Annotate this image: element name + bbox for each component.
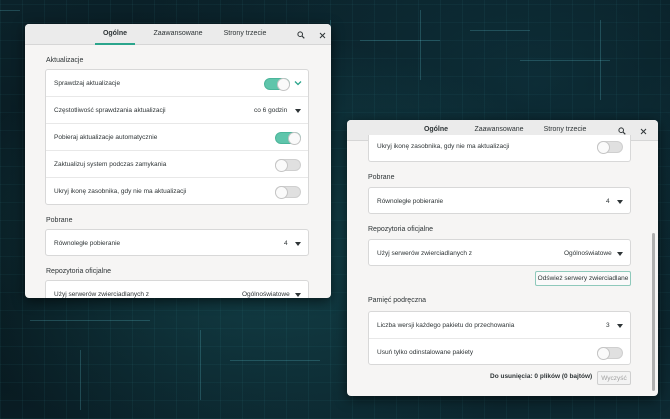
tab-general[interactable]: Ogólne [95,24,135,45]
section-title-cache: Pamięć podręczna [368,297,426,304]
caret-down-icon[interactable] [617,200,623,204]
background-circuit-line [0,10,20,11]
background-circuit-line [80,350,81,410]
section-title-updates: Aktualizacje [46,57,84,64]
tab-advanced[interactable]: Zaawansowane [151,24,205,45]
background-circuit-line [520,60,610,61]
row-parallel-downloads[interactable]: Równoległe pobieranie 4 [369,188,630,213]
settings-window-front: Ogólne Zaawansowane Strony trzecie Ukryj… [347,120,658,396]
row-label: Użyj serwerów zwierciadlanych z [377,250,472,257]
background-circuit-line [470,30,530,31]
mirror-country-value[interactable]: Ogólnoświatowe [564,250,612,257]
cache-card: Liczba wersji każdego pakietu do przecho… [368,311,631,365]
row-auto-download: Pobieraj aktualizacje automatycznie [46,124,308,151]
row-parallel-downloads[interactable]: Równoległe pobieranie 4 [46,230,308,255]
caret-down-icon[interactable] [617,324,623,328]
background-circuit-line [420,10,421,80]
settings-window-back: Ogólne Zaawansowane Strony trzecie Aktua… [25,24,331,298]
background-circuit-line [200,330,201,400]
parallel-downloads-value[interactable]: 4 [284,240,288,247]
row-label: Zaktualizuj system podczas zamykania [54,161,167,168]
check-updates-switch[interactable] [264,78,290,91]
section-title-repos: Repozytoria oficjalne [46,268,111,275]
header-bar: Ogólne Zaawansowane Strony trzecie [25,24,331,45]
frequency-dropdown-value[interactable]: co 6 godzin [254,107,287,114]
background-circuit-line [600,20,601,100]
tab-third-party[interactable]: Strony trzecie [218,24,272,45]
caret-down-icon[interactable] [295,242,301,246]
background-circuit-line [230,360,320,361]
parallel-downloads-value[interactable]: 4 [606,198,610,205]
row-mirror-country[interactable]: Użyj serwerów zwierciadlanych z Ogólnośw… [369,240,630,265]
row-versions-to-keep[interactable]: Liczba wersji każdego pakietu do przecho… [369,312,630,339]
scrollbar[interactable] [652,233,655,391]
caret-down-icon[interactable] [295,293,301,297]
section-title-downloads: Pobrane [46,217,73,224]
close-icon[interactable] [637,125,649,137]
background-circuit-line [30,320,150,321]
search-icon[interactable] [295,29,307,41]
row-label: Ukryj ikonę zasobnika, gdy nie ma aktual… [377,143,510,150]
row-check-updates: Sprawdzaj aktualizacje [46,70,308,97]
row-label: Ukryj ikonę zasobnika, gdy nie ma aktual… [54,188,187,195]
section-title-repos: Repozytoria oficjalne [368,226,433,233]
row-update-on-shutdown: Zaktualizuj system podczas zamykania [46,151,308,178]
section-title-downloads: Pobrane [368,174,395,181]
updates-card-partial: Ukryj ikonę zasobnika, gdy nie ma aktual… [368,135,631,162]
row-label: Sprawdzaj aktualizacje [54,80,121,87]
repos-card: Użyj serwerów zwierciadlanych z Ogólnośw… [368,239,631,266]
cleanup-summary: Do usunięcia: 0 plików (0 bajtów) [490,373,593,380]
row-mirror-country[interactable]: Użyj serwerów zwierciadlanych z Ogólnośw… [46,281,308,298]
row-label: Liczba wersji każdego pakietu do przecho… [377,322,515,329]
downloads-card: Równoległe pobieranie 4 [45,229,309,256]
downloads-card: Równoległe pobieranie 4 [368,187,631,214]
remove-uninstalled-only-switch[interactable] [597,347,623,360]
row-label: Równoległe pobieranie [54,240,121,247]
hide-tray-icon-switch[interactable] [597,141,623,154]
mirror-country-value[interactable]: Ogólnoświatowe [242,291,290,298]
update-on-shutdown-switch[interactable] [275,159,301,172]
row-label: Pobieraj aktualizacje automatycznie [54,134,158,141]
row-remove-uninstalled-only: Usuń tylko odinstalowane pakiety [369,339,630,364]
updates-card: Sprawdzaj aktualizacje Częstotliwość spr… [45,69,309,205]
row-label: Usuń tylko odinstalowane pakiety [377,349,474,356]
caret-down-icon[interactable] [295,109,301,113]
row-label: Częstotliwość sprawdzania aktualizacji [54,107,166,114]
row-label: Równoległe pobieranie [377,198,444,205]
versions-to-keep-value[interactable]: 3 [606,322,610,329]
repos-card: Użyj serwerów zwierciadlanych z Ogólnośw… [45,280,309,298]
auto-download-switch[interactable] [275,132,301,145]
row-hide-tray-icon: Ukryj ikonę zasobnika, gdy nie ma aktual… [46,178,308,204]
clean-button[interactable]: Wyczyść [597,371,631,385]
background-circuit-line [360,40,440,41]
close-icon[interactable] [316,29,328,41]
row-check-frequency[interactable]: Częstotliwość sprawdzania aktualizacji c… [46,97,308,124]
hide-tray-icon-switch[interactable] [275,186,301,199]
refresh-mirrors-button[interactable]: Odśwież serwery zwierciadlane [535,271,631,286]
row-hide-tray-icon: Ukryj ikonę zasobnika, gdy nie ma aktual… [369,135,630,161]
caret-down-icon[interactable] [617,252,623,256]
chevron-down-icon[interactable] [294,79,302,89]
row-label: Użyj serwerów zwierciadlanych z [54,291,149,298]
